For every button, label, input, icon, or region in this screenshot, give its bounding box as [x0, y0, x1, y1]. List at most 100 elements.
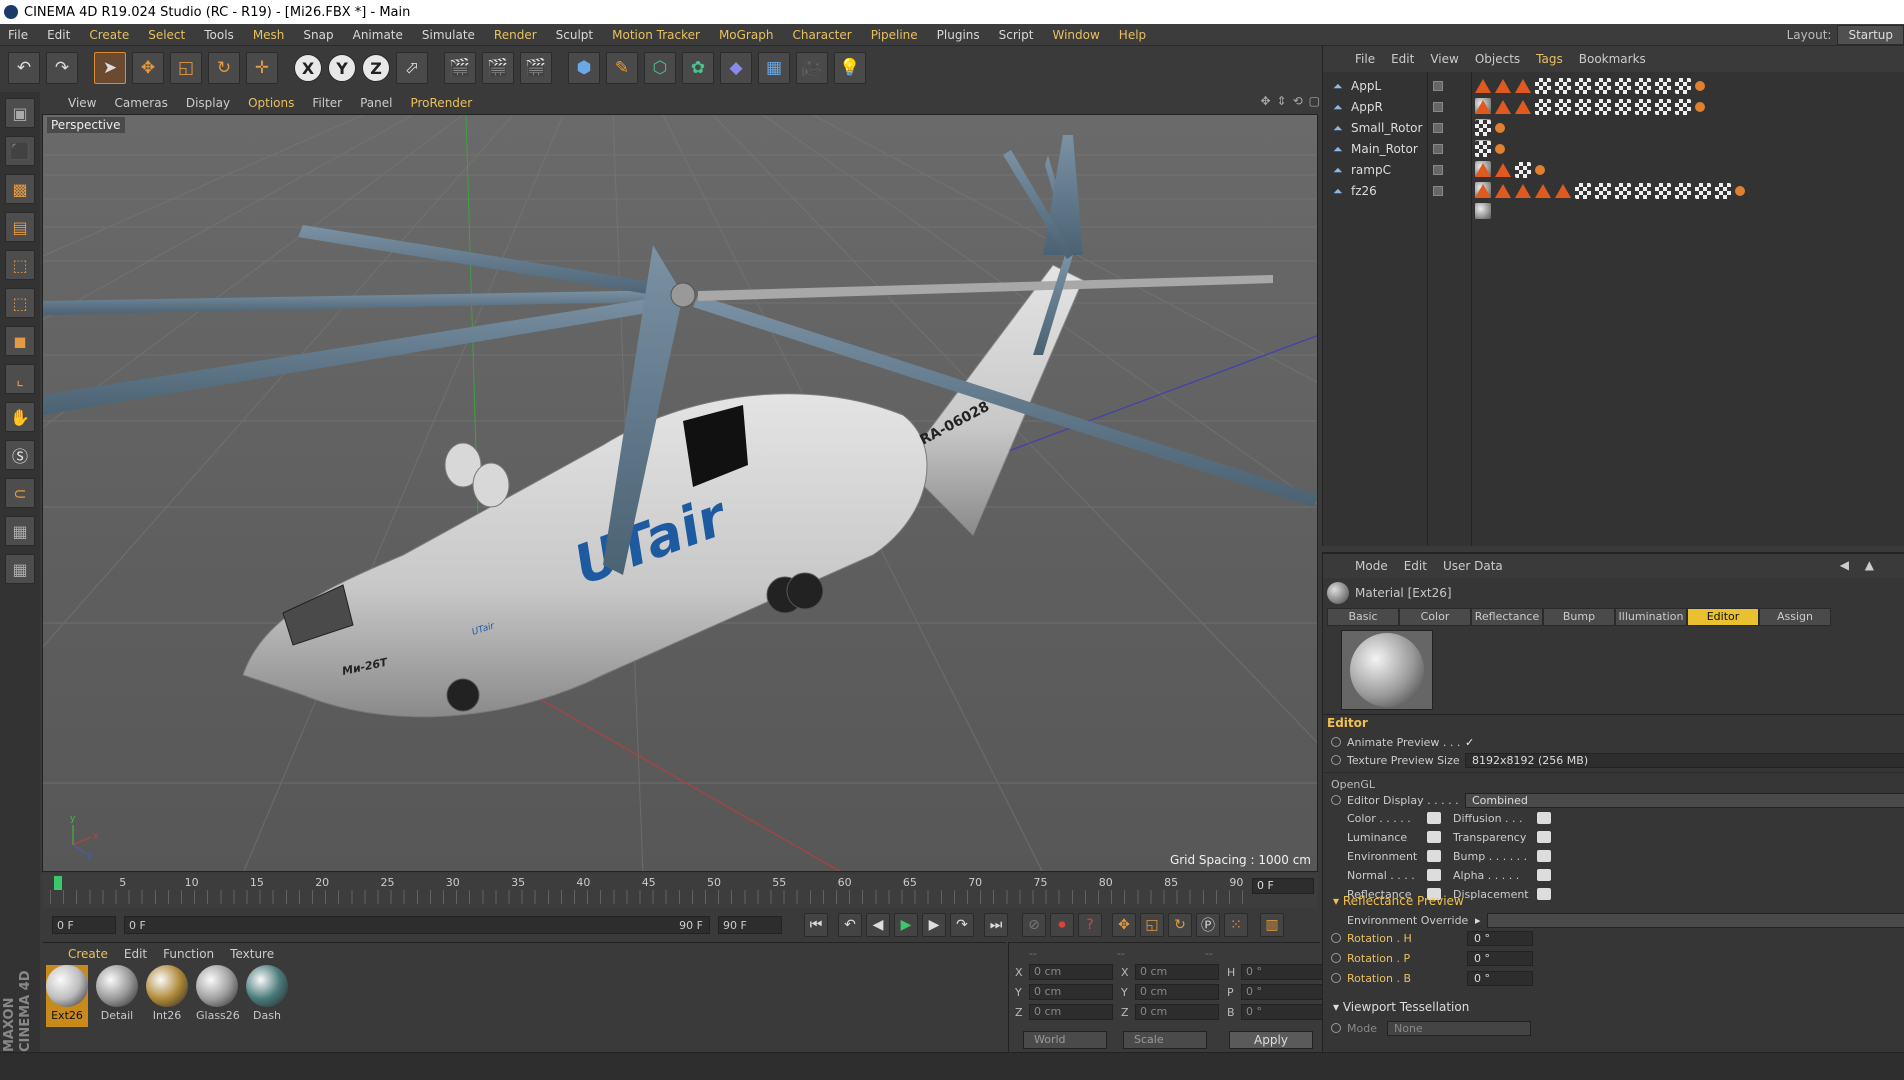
eye-toggle-icon[interactable]	[1537, 812, 1551, 824]
position-field[interactable]: 0 cm	[1029, 964, 1113, 980]
tab-color[interactable]: Color	[1399, 608, 1471, 626]
tweak-mode-button[interactable]: ✋	[5, 402, 35, 432]
record-disabled-button[interactable]: ⊘	[1022, 913, 1046, 937]
menu-character[interactable]: Character	[792, 28, 851, 42]
move-tool-button[interactable]: ✥	[132, 52, 164, 84]
key-parameter-button[interactable]: Ⓟ	[1196, 913, 1220, 937]
rotation-p-field[interactable]: 0 °	[1467, 950, 1533, 966]
material-menu-function[interactable]: Function	[163, 947, 214, 961]
viewport-menu-cameras[interactable]: Cameras	[114, 96, 167, 110]
z-axis-toggle[interactable]: Z	[362, 54, 390, 82]
object-menu-objects[interactable]: Objects	[1475, 52, 1520, 66]
visibility-toggle-icon[interactable]	[1433, 186, 1443, 196]
tab-bump[interactable]: Bump	[1543, 608, 1615, 626]
menu-motion-tracker[interactable]: Motion Tracker	[612, 28, 700, 42]
texture-tag-icon[interactable]	[1475, 120, 1491, 136]
position-field[interactable]: 0 cm	[1029, 1004, 1113, 1020]
texture-tag-icon[interactable]	[1675, 99, 1691, 115]
eye-toggle-icon[interactable]	[1537, 831, 1551, 843]
subdivision-button[interactable]: ⬡	[644, 52, 676, 84]
viewport-menu-prorender[interactable]: ProRender	[410, 96, 472, 110]
object-row-appr[interactable]: ⏶ AppR	[1333, 97, 1443, 117]
texture-tag-icon[interactable]	[1535, 99, 1551, 115]
selection-tag-icon[interactable]	[1695, 102, 1705, 112]
texture-tag-icon[interactable]	[1715, 183, 1731, 199]
start-frame-field[interactable]: 0 F	[52, 916, 116, 934]
model-mode-button[interactable]: ⬛	[5, 136, 35, 166]
rotation-p-radio[interactable]	[1331, 953, 1341, 963]
deformer-button[interactable]: ◆	[720, 52, 752, 84]
texture-tag-icon[interactable]	[1515, 162, 1531, 178]
attribute-menu-edit[interactable]: Edit	[1404, 559, 1427, 573]
menu-tools[interactable]: Tools	[204, 28, 234, 42]
light-button[interactable]: 💡	[834, 52, 866, 84]
object-menu-file[interactable]: File	[1355, 52, 1375, 66]
phong-tag-icon[interactable]	[1475, 163, 1491, 177]
animate-preview-checkbox[interactable]: ✓	[1465, 736, 1474, 749]
render-settings-button[interactable]: 🎬	[520, 52, 552, 84]
key-scale-button[interactable]: ◱	[1140, 913, 1164, 937]
material-int26[interactable]: Int26	[146, 965, 188, 1027]
menu-sculpt[interactable]: Sculpt	[556, 28, 593, 42]
menu-help[interactable]: Help	[1119, 28, 1146, 42]
visibility-toggle-icon[interactable]	[1433, 81, 1443, 91]
visibility-toggle-icon[interactable]	[1433, 123, 1443, 133]
prev-frame-button[interactable]: ◀	[866, 913, 890, 937]
material-menu-create[interactable]: Create	[68, 947, 108, 961]
move-camera-icon[interactable]: ⇕	[1277, 94, 1287, 108]
texture-mode-button[interactable]: ▩	[5, 174, 35, 204]
animate-preview-radio[interactable]	[1331, 737, 1341, 747]
menu-mesh[interactable]: Mesh	[253, 28, 285, 42]
tab-reflectance[interactable]: Reflectance	[1471, 608, 1543, 626]
viewport-menu-panel[interactable]: Panel	[360, 96, 392, 110]
attribute-menu-mode[interactable]: Mode	[1355, 559, 1388, 573]
back-arrow-icon[interactable]: ◀	[1840, 558, 1849, 572]
phong-tag-icon[interactable]	[1475, 184, 1491, 198]
end-frame-field[interactable]: 90 F	[718, 916, 782, 934]
texture-tag-icon[interactable]	[1575, 99, 1591, 115]
tab-illumination[interactable]: Illumination	[1615, 608, 1687, 626]
object-menu-bookmarks[interactable]: Bookmarks	[1579, 52, 1646, 66]
render-view-button[interactable]: 🎬	[444, 52, 476, 84]
playhead[interactable]	[54, 876, 62, 890]
menu-mograph[interactable]: MoGraph	[719, 28, 774, 42]
viewport-menu-display[interactable]: Display	[186, 96, 230, 110]
material-dash[interactable]: Dash	[246, 965, 288, 1027]
viewport-menu-view[interactable]: View	[68, 96, 96, 110]
rotate-tool-button[interactable]: ↻	[208, 52, 240, 84]
object-row-appl[interactable]: ⏶ AppL	[1333, 76, 1443, 96]
object-menu-edit[interactable]: Edit	[1391, 52, 1414, 66]
texture-tag-icon[interactable]	[1655, 183, 1671, 199]
current-frame-field[interactable]: 0 F	[1252, 878, 1314, 894]
texture-tag-icon[interactable]	[1655, 78, 1671, 94]
eye-toggle-icon[interactable]	[1537, 869, 1551, 881]
selection-tag-icon[interactable]	[1535, 165, 1545, 175]
texture-preview-dropdown[interactable]: 8192x8192 (256 MB)	[1465, 752, 1904, 768]
eye-toggle-icon[interactable]	[1427, 850, 1441, 862]
material-ext26[interactable]: Ext26	[46, 965, 88, 1027]
phong-tag-icon[interactable]	[1515, 79, 1531, 93]
visibility-toggle-icon[interactable]	[1433, 165, 1443, 175]
camera-button[interactable]: 🎥	[796, 52, 828, 84]
phong-tag-icon[interactable]	[1475, 79, 1491, 93]
cube-primitive-button[interactable]: ⬢	[568, 52, 600, 84]
phong-tag-icon[interactable]	[1475, 100, 1491, 114]
selection-tag-icon[interactable]	[1495, 123, 1505, 133]
tab-assign[interactable]: Assign	[1759, 608, 1831, 626]
key-rotation-button[interactable]: ↻	[1168, 913, 1192, 937]
object-row-small-rotor[interactable]: ⏶ Small_Rotor	[1333, 118, 1443, 138]
pan-icon[interactable]: ✥	[1260, 94, 1270, 108]
go-to-end-button[interactable]: ⏭	[984, 913, 1008, 937]
visibility-toggle-icon[interactable]	[1433, 144, 1443, 154]
texture-tag-icon[interactable]	[1615, 78, 1631, 94]
cloner-button[interactable]: ✿	[682, 52, 714, 84]
texture-tag-icon[interactable]	[1555, 99, 1571, 115]
phong-tag-icon[interactable]	[1515, 184, 1531, 198]
attribute-menu-user-data[interactable]: User Data	[1443, 559, 1503, 573]
eye-toggle-icon[interactable]	[1427, 831, 1441, 843]
phong-tag-icon[interactable]	[1495, 100, 1511, 114]
up-arrow-icon[interactable]: ▲	[1865, 558, 1874, 572]
menu-plugins[interactable]: Plugins	[937, 28, 980, 42]
menu-simulate[interactable]: Simulate	[422, 28, 475, 42]
key-pla-button[interactable]: ⁙	[1224, 913, 1248, 937]
